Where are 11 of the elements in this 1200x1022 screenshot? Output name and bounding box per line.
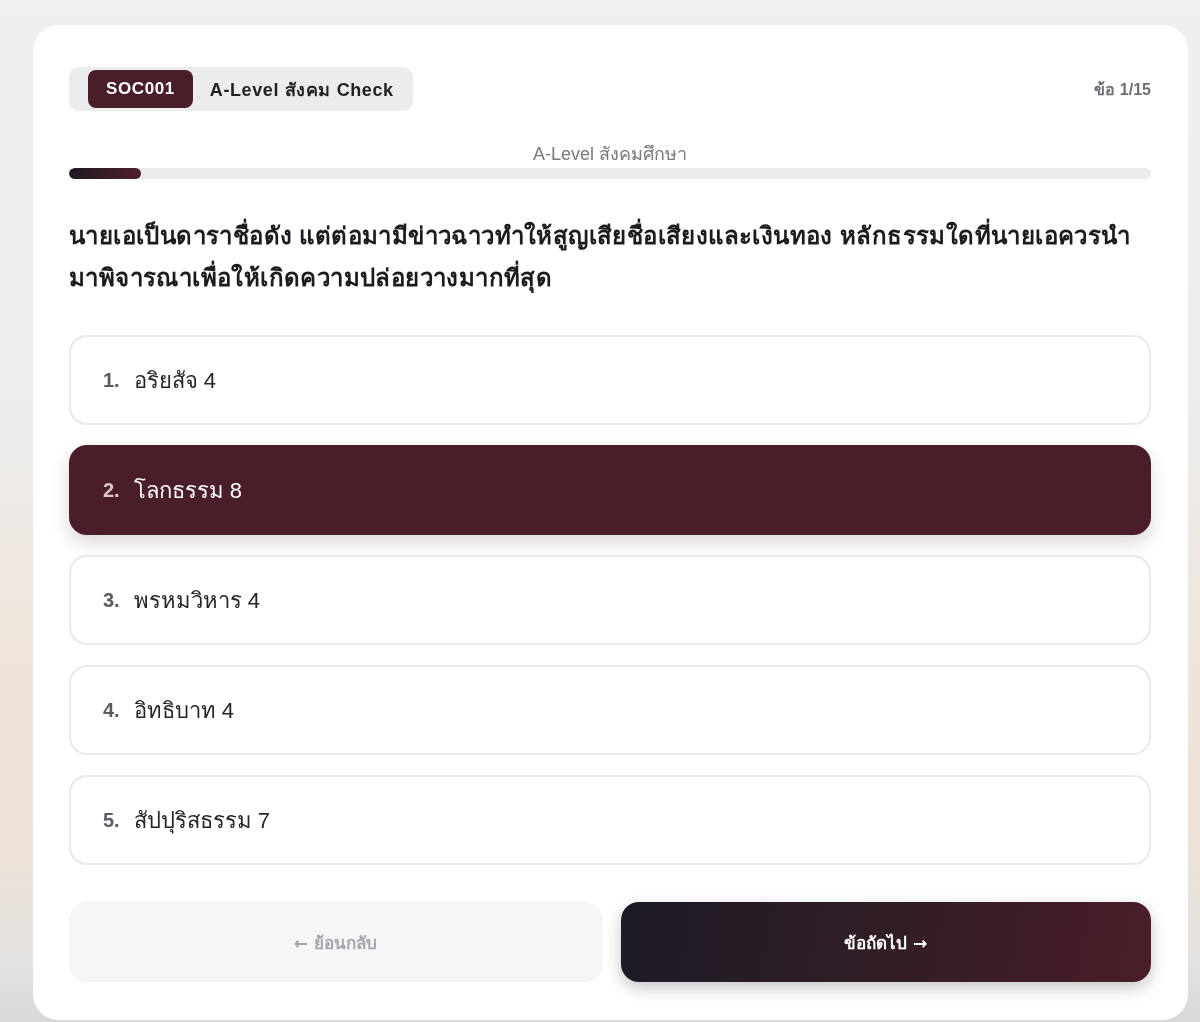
subject-label: A-Level สังคมศึกษา: [531, 143, 688, 166]
next-button[interactable]: ข้อถัดไป →: [620, 902, 1151, 982]
answer-option[interactable]: 5. สัปปุริสธรรม 7: [69, 775, 1151, 865]
course-title: A-Level สังคม Check: [209, 78, 394, 102]
answer-option[interactable]: 2. โลกธรรม 8: [69, 445, 1151, 535]
answer-option[interactable]: 4. อิทธิบาท 4: [69, 665, 1151, 755]
question-counter: ข้อ 1/15: [1094, 79, 1151, 100]
question-text: นายเอเป็นดาราชื่อดัง แต่ต่อมามีข่าวฉาวทำให้สูญเสียชื่อเสียงและเงินทอง หลักธรรมใดที่นายเอควรนำมาพิจารณาเพื่อให้เกิดความปล่อยวางมากที่สุด: [69, 215, 1151, 299]
answer-option[interactable]: 3. พรหมวิหาร 4: [69, 555, 1151, 645]
answer-option[interactable]: 1. อริยสัจ 4: [69, 335, 1151, 425]
course-code-badge: SOC001: [88, 70, 193, 108]
